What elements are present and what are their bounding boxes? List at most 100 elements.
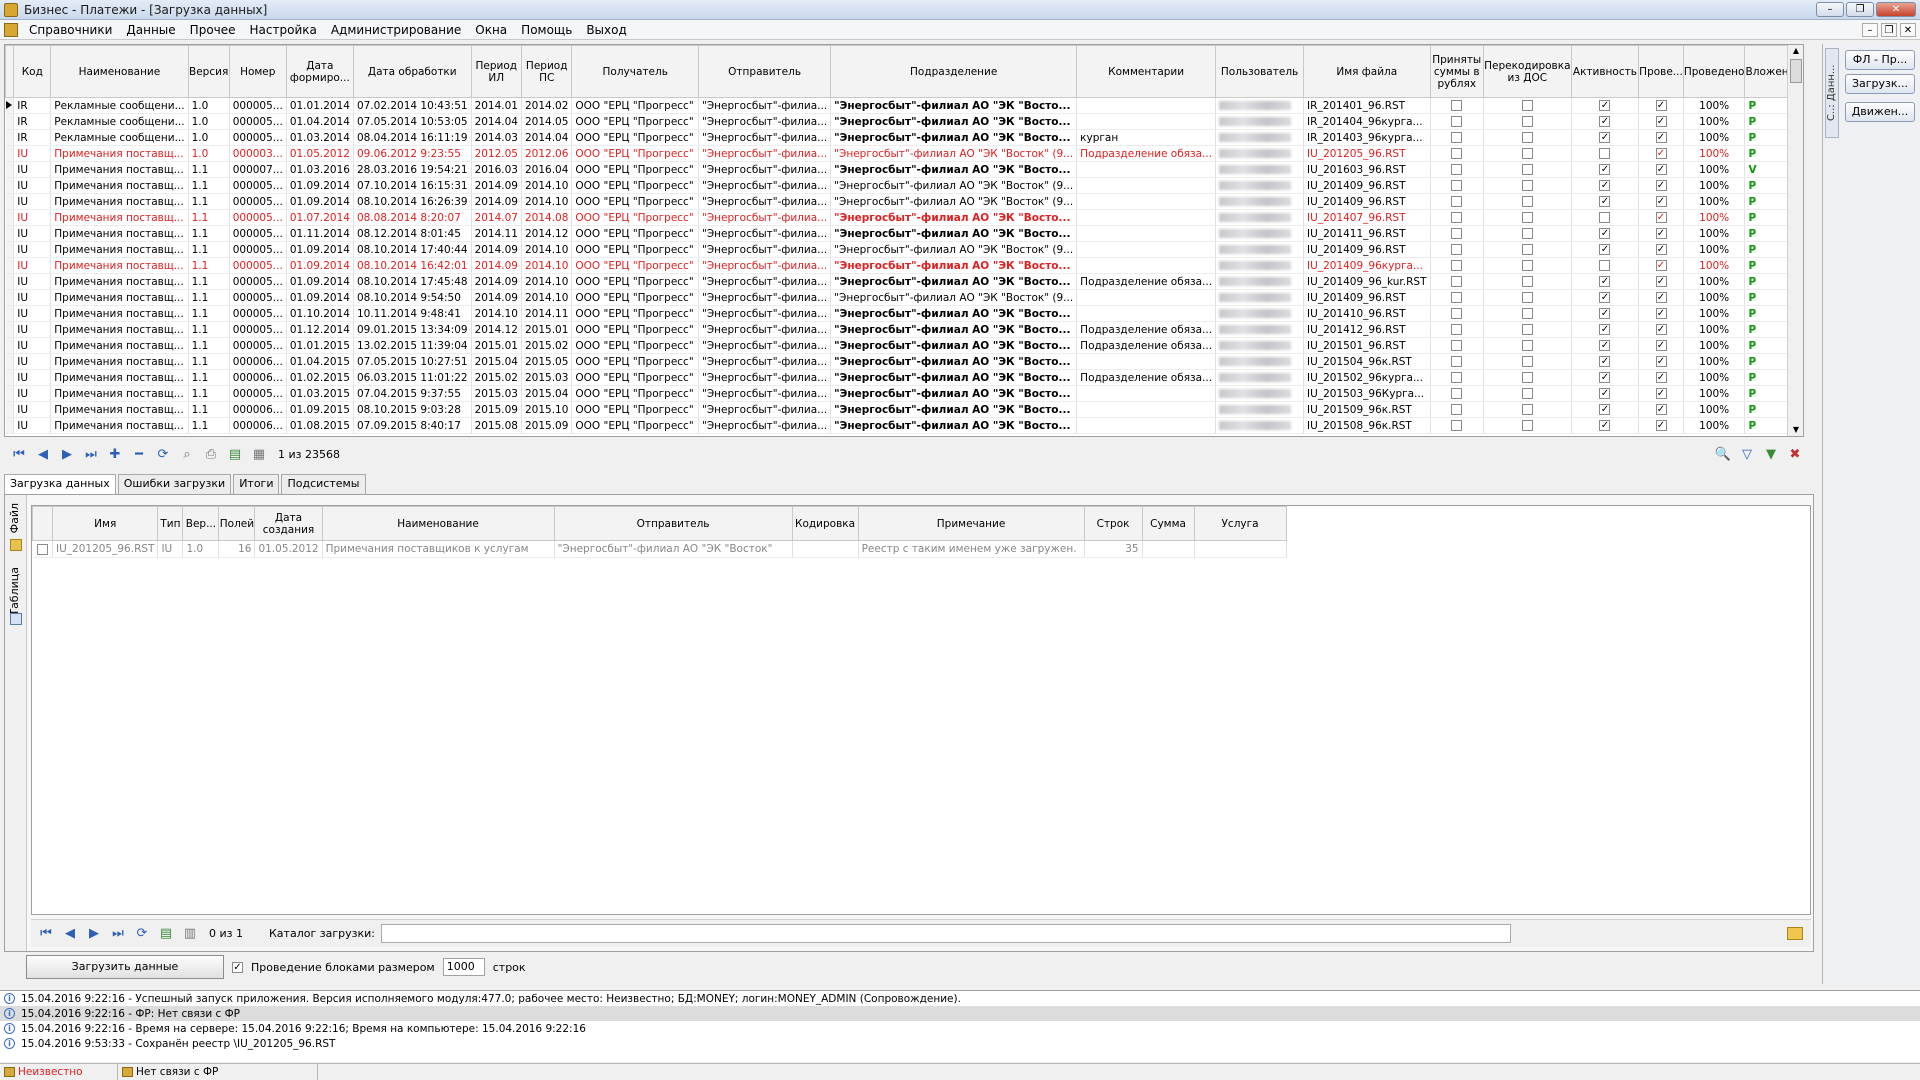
mdi-restore-button[interactable]: ❐ [1881, 23, 1897, 37]
checked-checkbox[interactable]: ✓ [1655, 228, 1667, 239]
load-column-header[interactable]: Полей [218, 506, 256, 541]
activity-checkbox[interactable]: ✓ [1599, 276, 1611, 287]
table-row[interactable]: IU Примечания поставщ... 1.1 000007... 01.03… [5, 161, 1803, 178]
column-header[interactable]: Комментарии [1076, 45, 1217, 98]
dos-checkbox[interactable] [1521, 228, 1533, 239]
load-column-header[interactable]: Дата создания [254, 506, 323, 541]
activity-checkbox[interactable] [1599, 260, 1611, 271]
dos-checkbox[interactable] [1521, 292, 1533, 303]
activity-checkbox[interactable]: ✓ [1599, 404, 1611, 415]
rubles-checkbox[interactable] [1451, 308, 1463, 319]
checked-checkbox[interactable]: ✓ [1655, 292, 1667, 303]
last-record-icon[interactable]: ⏭ [82, 445, 100, 463]
dos-checkbox[interactable] [1521, 164, 1533, 175]
menu-references[interactable]: Справочники [22, 23, 119, 37]
scroll-up-arrow-icon[interactable]: ▲ [1788, 45, 1803, 57]
rubles-checkbox[interactable] [1451, 292, 1463, 303]
log-line[interactable]: i 15.04.2016 9:22:16 - Время на сервере: … [0, 1021, 1920, 1036]
column-header[interactable]: Дата обработки [352, 45, 472, 98]
load-row[interactable]: IU_201205_96.RST IU 1.0 16 01.05.2012 Примеча… [32, 540, 1287, 558]
rubles-checkbox[interactable] [1451, 260, 1463, 271]
menu-data[interactable]: Данные [119, 23, 182, 37]
checked-checkbox[interactable]: ✓ [1655, 196, 1667, 207]
rubles-checkbox[interactable] [1451, 100, 1463, 111]
activity-checkbox[interactable]: ✓ [1599, 180, 1611, 191]
dos-checkbox[interactable] [1521, 388, 1533, 399]
rubles-checkbox[interactable] [1451, 148, 1463, 159]
column-header[interactable]: Проведено [1682, 45, 1746, 98]
column-header[interactable]: Имя файла [1303, 45, 1431, 98]
column-header[interactable]: Отправитель [698, 45, 832, 98]
checked-checkbox[interactable]: ✓ [1655, 116, 1667, 127]
table-row[interactable]: IU Примечания поставщ... 1.1 000005... 01.07… [5, 209, 1803, 226]
next-record-icon[interactable]: ▶ [58, 445, 76, 463]
activity-checkbox[interactable]: ✓ [1599, 164, 1611, 175]
prev-record-icon[interactable]: ◀ [34, 445, 52, 463]
table-row[interactable]: IU Примечания поставщ... 1.1 000006... 01.08… [5, 417, 1803, 434]
column-header[interactable]: Версия [187, 45, 230, 98]
mdi-minimize-button[interactable]: – [1862, 23, 1878, 37]
load-column-header[interactable]: Имя [51, 506, 159, 541]
load-column-header[interactable]: Услуга [1193, 506, 1287, 541]
side-tab-table[interactable]: Таблица [8, 567, 21, 616]
dos-checkbox[interactable] [1521, 100, 1533, 111]
scroll-thumb[interactable] [1790, 59, 1802, 83]
dos-checkbox[interactable] [1521, 340, 1533, 351]
filter-clear-icon[interactable]: ✖ [1786, 445, 1804, 463]
activity-checkbox[interactable]: ✓ [1599, 292, 1611, 303]
load-column-header[interactable]: Тип [157, 506, 184, 541]
checked-checkbox[interactable]: ✓ [1655, 340, 1667, 351]
activity-checkbox[interactable]: ✓ [1599, 420, 1611, 431]
rubles-checkbox[interactable] [1451, 116, 1463, 127]
load-first-icon[interactable]: ⏮ [37, 925, 55, 943]
rubles-checkbox[interactable] [1451, 356, 1463, 367]
add-record-icon[interactable]: ✚ [106, 445, 124, 463]
table-row[interactable]: IU Примечания поставщ... 1.1 000006... 01.04… [5, 353, 1803, 370]
search-doc-icon[interactable]: ⌕ [178, 445, 196, 463]
column-header[interactable]: Получатель [571, 45, 700, 98]
upload-button[interactable]: Загрузк... [1845, 74, 1915, 94]
menu-help[interactable]: Помощь [514, 23, 579, 37]
log-line[interactable]: i 15.04.2016 9:53:33 - Сохранён реестр \I… [0, 1036, 1920, 1051]
checked-checkbox[interactable]: ✓ [1655, 324, 1667, 335]
checked-checkbox[interactable]: ✓ [1655, 212, 1667, 223]
column-header[interactable]: Активность [1570, 45, 1640, 98]
menu-other[interactable]: Прочее [183, 23, 243, 37]
load-data-button[interactable]: Загрузить данные [26, 955, 224, 979]
dos-checkbox[interactable] [1521, 116, 1533, 127]
checked-checkbox[interactable]: ✓ [1655, 148, 1667, 159]
movement-button[interactable]: Движен... [1845, 102, 1915, 122]
dos-checkbox[interactable] [1521, 212, 1533, 223]
dos-checkbox[interactable] [1521, 244, 1533, 255]
mdi-child-icon[interactable] [4, 22, 18, 37]
column-header[interactable]: Прове... [1638, 45, 1684, 98]
load-column-header[interactable]: Сумма [1141, 506, 1195, 541]
activity-checkbox[interactable]: ✓ [1599, 116, 1611, 127]
table-row[interactable]: IU Примечания поставщ... 1.1 000005... 01.11… [5, 225, 1803, 242]
column-header[interactable]: Период ИЛ [470, 45, 522, 98]
table-row[interactable]: IU Примечания поставщ... 1.1 000005... 01.09… [5, 193, 1803, 210]
rubles-checkbox[interactable] [1451, 244, 1463, 255]
rubles-checkbox[interactable] [1451, 180, 1463, 191]
checked-checkbox[interactable]: ✓ [1655, 244, 1667, 255]
column-header[interactable]: Пользователь [1215, 45, 1305, 98]
tab-load-data[interactable]: Загрузка данных [4, 474, 116, 494]
dos-checkbox[interactable] [1521, 372, 1533, 383]
table-row[interactable]: IU Примечания поставщ... 1.1 000005... 01.09… [5, 241, 1803, 258]
checked-checkbox[interactable]: ✓ [1655, 308, 1667, 319]
close-button[interactable]: ✕ [1876, 2, 1916, 17]
menu-exit[interactable]: Выход [579, 23, 633, 37]
rubles-checkbox[interactable] [1451, 164, 1463, 175]
checked-checkbox[interactable]: ✓ [1655, 388, 1667, 399]
table-row[interactable]: IU Примечания поставщ... 1.1 000005... 01.10… [5, 305, 1803, 322]
load-prev-icon[interactable]: ◀ [61, 925, 79, 943]
table-row[interactable]: IU Примечания поставщ... 1.1 000006... 01.09… [5, 401, 1803, 418]
load-column-header[interactable]: Вер... [182, 506, 220, 541]
checked-checkbox[interactable]: ✓ [1655, 132, 1667, 143]
load-column-header[interactable]: Отправитель [553, 506, 793, 541]
search-icon[interactable]: 🔍 [1714, 445, 1732, 463]
activity-checkbox[interactable] [1599, 212, 1611, 223]
table-row[interactable]: IU Примечания поставщ... 1.1 000005... 01.09… [5, 289, 1803, 306]
tab-load-errors[interactable]: Ошибки загрузки [117, 474, 232, 494]
activity-checkbox[interactable]: ✓ [1599, 308, 1611, 319]
